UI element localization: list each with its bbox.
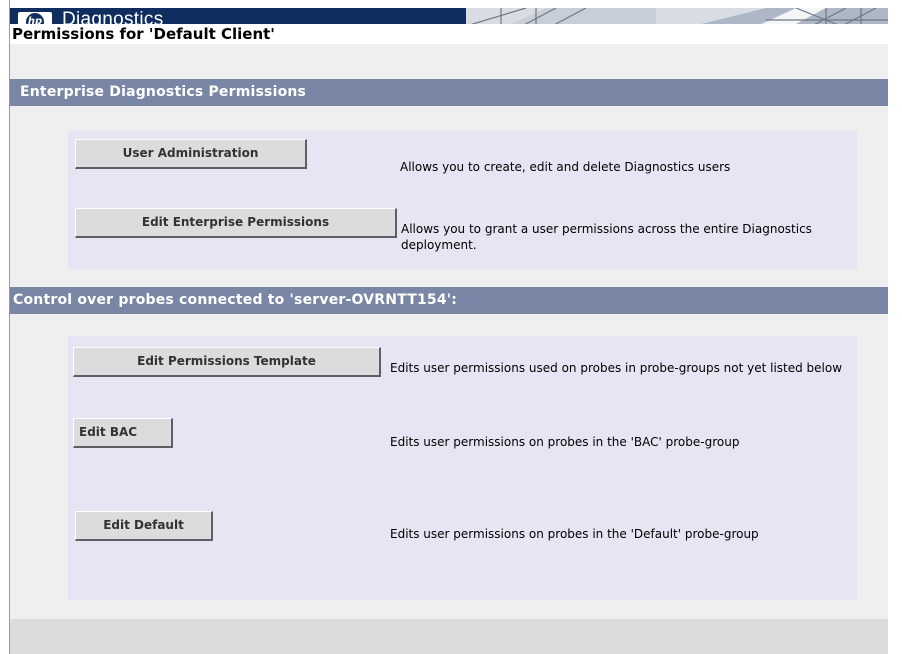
user-administration-button[interactable]: User Administration <box>75 139 307 169</box>
enterprise-permissions-panel: User Administration Allows you to create… <box>68 131 857 269</box>
edit-enterprise-permissions-description: Allows you to grant a user permissions a… <box>401 222 812 252</box>
page-title: Permissions for 'Default Client' <box>10 24 888 44</box>
permissions-content: Enterprise Diagnostics Permissions User … <box>10 44 888 654</box>
edit-enterprise-permissions-button[interactable]: Edit Enterprise Permissions <box>75 208 397 238</box>
section-header-probes: Control over probes connected to 'server… <box>10 287 888 314</box>
edit-default-description: Edits user permissions on probes in the … <box>390 527 759 541</box>
probes-permissions-panel: Edit Permissions Template Edits user per… <box>68 336 857 600</box>
user-administration-description: Allows you to create, edit and delete Di… <box>400 160 731 174</box>
window-right-margin <box>888 0 902 654</box>
edit-default-button[interactable]: Edit Default <box>75 511 213 541</box>
edit-bac-button[interactable]: Edit BAC <box>73 418 173 448</box>
bottom-bar <box>10 619 888 654</box>
edit-bac-description: Edits user permissions on probes in the … <box>390 435 740 449</box>
edit-permissions-template-description: Edits user permissions used on probes in… <box>390 361 843 375</box>
section-header-enterprise: Enterprise Diagnostics Permissions <box>10 79 888 106</box>
edit-permissions-template-button[interactable]: Edit Permissions Template <box>73 347 381 377</box>
